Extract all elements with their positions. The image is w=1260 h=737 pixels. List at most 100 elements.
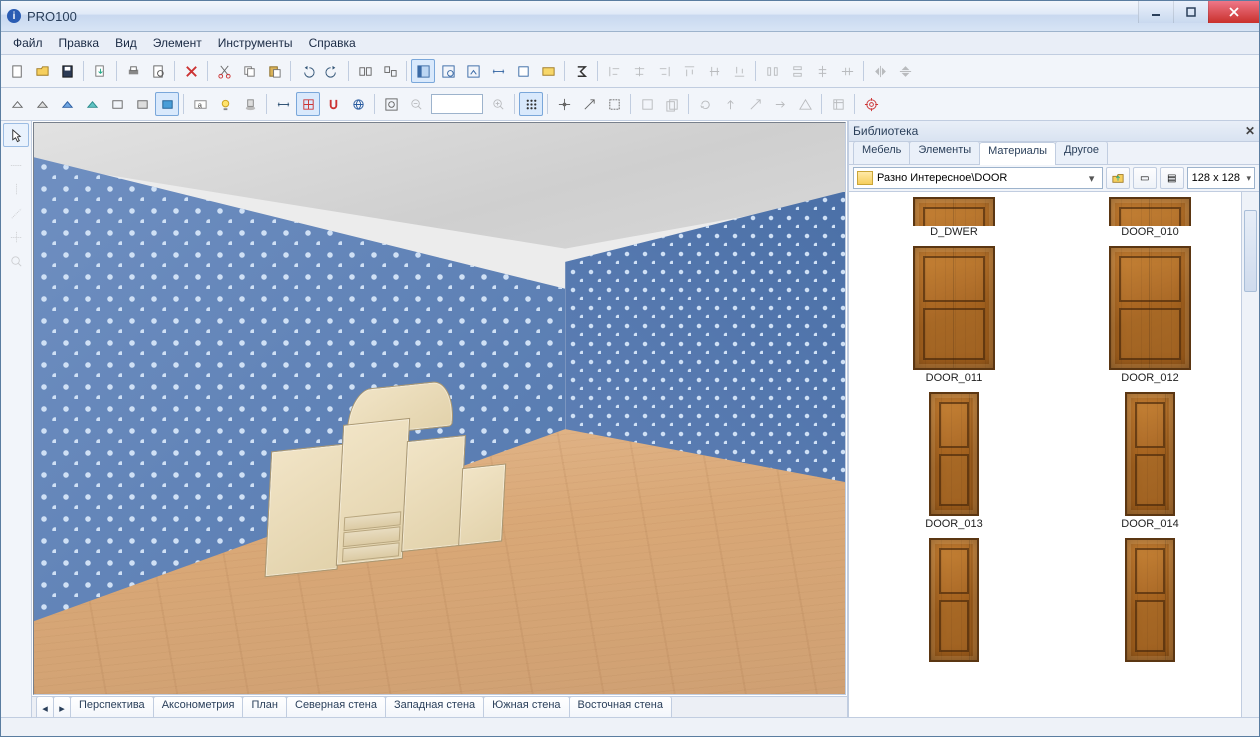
- distribute-c-icon[interactable]: [810, 59, 834, 83]
- snap-grid-icon[interactable]: [519, 92, 543, 116]
- open-icon[interactable]: [30, 59, 54, 83]
- view-tab-prev[interactable]: ◂: [36, 696, 54, 717]
- distribute-d-icon[interactable]: [835, 59, 859, 83]
- rotate-icon[interactable]: [693, 92, 717, 116]
- library-item[interactable]: D_DWER: [869, 196, 1039, 238]
- view-tab-axonometry[interactable]: Аксонометрия: [153, 696, 244, 717]
- new-icon[interactable]: [5, 59, 29, 83]
- view-tab-south[interactable]: Южная стена: [483, 696, 569, 717]
- cut-icon[interactable]: [212, 59, 236, 83]
- toggle-light-icon[interactable]: [213, 92, 237, 116]
- lib-tab-furniture[interactable]: Мебель: [853, 141, 910, 164]
- globe-icon[interactable]: [346, 92, 370, 116]
- align-c-icon[interactable]: [652, 59, 676, 83]
- menu-file[interactable]: Файл: [5, 33, 51, 53]
- align-f-icon[interactable]: [727, 59, 751, 83]
- sigma-icon[interactable]: [569, 59, 593, 83]
- dim-h-icon[interactable]: [271, 92, 295, 116]
- transform-a-icon[interactable]: [635, 92, 659, 116]
- undo-icon[interactable]: [295, 59, 319, 83]
- move-diag-icon[interactable]: [743, 92, 767, 116]
- panel-e-icon[interactable]: [511, 59, 535, 83]
- library-scrollbar[interactable]: [1241, 192, 1259, 717]
- panel-c-icon[interactable]: [461, 59, 485, 83]
- view-tab-plan[interactable]: План: [242, 696, 287, 717]
- paste-icon[interactable]: [262, 59, 286, 83]
- warning-icon[interactable]: [793, 92, 817, 116]
- view-tab-west[interactable]: Западная стена: [385, 696, 484, 717]
- panel-a-icon[interactable]: [411, 59, 435, 83]
- snap-box-icon[interactable]: [602, 92, 626, 116]
- lib-tab-elements[interactable]: Элементы: [909, 141, 980, 164]
- view-shade-teal-icon[interactable]: [80, 92, 104, 116]
- panel-d-icon[interactable]: [486, 59, 510, 83]
- menu-element[interactable]: Элемент: [145, 33, 210, 53]
- library-item[interactable]: DOOR_012: [1065, 244, 1235, 384]
- align-a-icon[interactable]: [602, 59, 626, 83]
- lib-tab-other[interactable]: Другое: [1055, 141, 1108, 164]
- 3d-viewport[interactable]: [33, 122, 846, 695]
- thumbnail-size-select[interactable]: 128 x 128: [1187, 167, 1255, 189]
- cursor-tool-icon[interactable]: [3, 123, 29, 147]
- view-a-icon[interactable]: ▭: [1133, 167, 1157, 189]
- snap-arrow-icon[interactable]: [577, 92, 601, 116]
- transform-b-icon[interactable]: [660, 92, 684, 116]
- redo-icon[interactable]: [320, 59, 344, 83]
- align-d-icon[interactable]: [677, 59, 701, 83]
- library-item[interactable]: DOOR_013: [869, 390, 1039, 530]
- zoom-input[interactable]: [431, 94, 483, 114]
- library-item[interactable]: [1065, 536, 1235, 664]
- library-item[interactable]: DOOR_010: [1065, 196, 1235, 238]
- print-icon[interactable]: [121, 59, 145, 83]
- up-folder-icon[interactable]: [1106, 167, 1130, 189]
- layers-icon[interactable]: [826, 92, 850, 116]
- menu-tools[interactable]: Инструменты: [210, 33, 301, 53]
- align-e-icon[interactable]: [702, 59, 726, 83]
- furniture-model[interactable]: [264, 373, 509, 586]
- grid-icon[interactable]: [296, 92, 320, 116]
- move-up-icon[interactable]: [718, 92, 742, 116]
- distribute-a-icon[interactable]: [760, 59, 784, 83]
- lock-axis-icon[interactable]: [3, 225, 29, 249]
- zoom-fit-icon[interactable]: [379, 92, 403, 116]
- toggle-text-icon[interactable]: a: [188, 92, 212, 116]
- delete-icon[interactable]: [179, 59, 203, 83]
- view-tab-east[interactable]: Восточная стена: [569, 696, 672, 717]
- group-icon[interactable]: [353, 59, 377, 83]
- close-button[interactable]: [1208, 1, 1259, 23]
- align-b-icon[interactable]: [627, 59, 651, 83]
- import-icon[interactable]: [88, 59, 112, 83]
- save-icon[interactable]: [55, 59, 79, 83]
- flip-h-icon[interactable]: [868, 59, 892, 83]
- maximize-button[interactable]: [1173, 1, 1208, 23]
- view-tab-north[interactable]: Северная стена: [286, 696, 386, 717]
- ortho-y-icon[interactable]: [3, 177, 29, 201]
- menu-view[interactable]: Вид: [107, 33, 145, 53]
- menu-help[interactable]: Справка: [301, 33, 364, 53]
- view-tab-next[interactable]: ▸: [53, 696, 71, 717]
- ortho-x-icon[interactable]: [3, 153, 29, 177]
- panel-b-icon[interactable]: [436, 59, 460, 83]
- panel-f-icon[interactable]: [536, 59, 560, 83]
- move-right-icon[interactable]: [768, 92, 792, 116]
- view-outline-b-icon[interactable]: [130, 92, 154, 116]
- view-hidden-icon[interactable]: [30, 92, 54, 116]
- library-grid[interactable]: D_DWERDOOR_010DOOR_011DOOR_012DOOR_013DO…: [849, 192, 1259, 717]
- zoom-in-icon[interactable]: [486, 92, 510, 116]
- view-tab-perspective[interactable]: Перспектива: [70, 696, 154, 717]
- view-outline-a-icon[interactable]: [105, 92, 129, 116]
- library-close-icon[interactable]: ✕: [1245, 124, 1255, 138]
- minimize-button[interactable]: [1138, 1, 1173, 23]
- view-wire-icon[interactable]: [5, 92, 29, 116]
- distribute-b-icon[interactable]: [785, 59, 809, 83]
- library-item[interactable]: DOOR_014: [1065, 390, 1235, 530]
- menu-edit[interactable]: Правка: [51, 33, 108, 53]
- print-preview-icon[interactable]: [146, 59, 170, 83]
- snap-point-icon[interactable]: [552, 92, 576, 116]
- search-tool-icon[interactable]: [3, 249, 29, 273]
- library-path-combo[interactable]: Разно Интересное\DOOR ▾: [853, 167, 1103, 189]
- flip-v-icon[interactable]: [893, 59, 917, 83]
- toggle-shadow-icon[interactable]: [238, 92, 262, 116]
- ortho-z-icon[interactable]: [3, 201, 29, 225]
- view-solid-icon[interactable]: [155, 92, 179, 116]
